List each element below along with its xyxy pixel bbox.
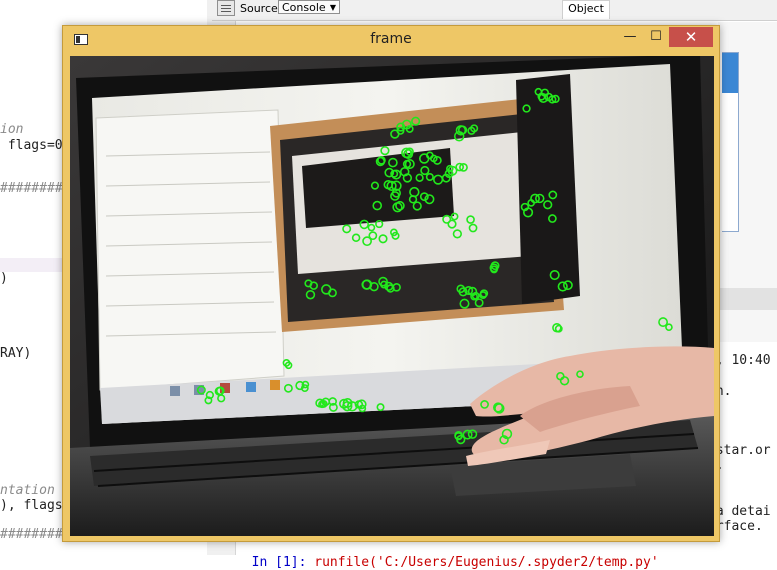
editor-line: ion — [0, 122, 24, 137]
editor-line: RAY) — [0, 346, 32, 361]
ipython-toolbar: Source Console ▼ Object — [212, 0, 777, 21]
frame-window: frame — ☐ ✕ — [62, 25, 720, 542]
webcam-image — [70, 56, 714, 536]
console-command: runfile('C:/Users/Eugenius/.spyder2/temp… — [306, 555, 659, 570]
close-button[interactable]: ✕ — [669, 27, 713, 47]
editor-line: ), flags — [0, 498, 63, 513]
camera-frame — [70, 56, 714, 536]
source-label: Source — [240, 2, 278, 15]
title-bar[interactable]: frame — ☐ ✕ — [63, 26, 719, 54]
editor-line: ntation — [0, 483, 55, 498]
editor-line: flags=0) — [0, 138, 71, 153]
tab-object-label: Object — [568, 2, 604, 15]
source-select-value: Console — [282, 1, 326, 14]
maximize-button[interactable]: ☐ — [643, 27, 669, 47]
chevron-down-icon: ▼ — [329, 3, 336, 12]
minimize-button[interactable]: — — [617, 27, 643, 47]
editor-line: ) — [0, 271, 8, 286]
console-prompt: In [1]: — [251, 555, 307, 570]
source-select[interactable]: Console ▼ — [278, 0, 340, 14]
object-inspector-panel — [722, 52, 739, 232]
panel-header — [722, 53, 738, 93]
console-input-line[interactable]: In [1]: runfile('C:/Users/Eugenius/.spyd… — [236, 540, 716, 570]
pane-divider[interactable] — [718, 288, 777, 310]
tab-object[interactable]: Object — [562, 0, 610, 19]
options-menu-icon[interactable] — [217, 0, 235, 16]
